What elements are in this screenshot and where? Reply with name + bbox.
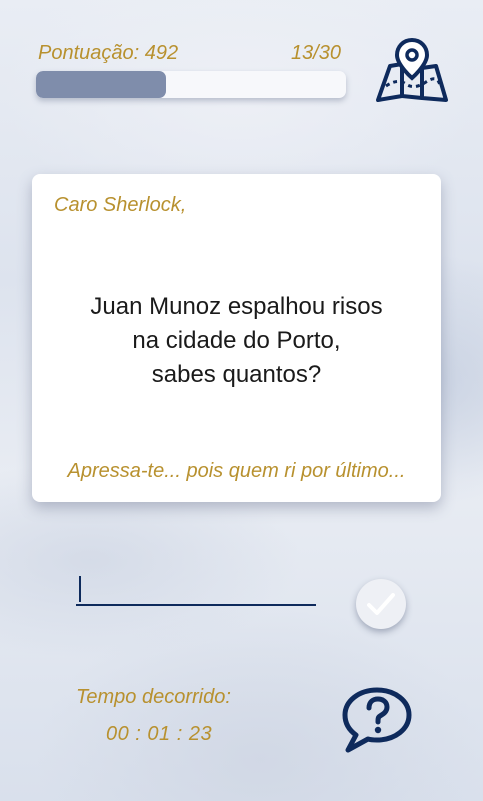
progress-bar bbox=[36, 71, 346, 98]
submit-answer-button[interactable] bbox=[356, 579, 406, 629]
question-line: sabes quantos? bbox=[151, 361, 322, 388]
question-card: Caro Sherlock, Juan Munoz espalhou risos… bbox=[32, 174, 441, 502]
card-hint: Apressa-te... pois quem ri por último... bbox=[67, 460, 406, 482]
question-chat-icon bbox=[342, 687, 412, 753]
progress-bar-fill bbox=[36, 71, 167, 98]
question-progress-text: 13/30 bbox=[290, 42, 341, 64]
help-button[interactable] bbox=[340, 686, 414, 754]
checkmark-icon bbox=[367, 593, 395, 615]
map-button[interactable] bbox=[376, 36, 450, 104]
score-label: Pontuação: 492 bbox=[38, 42, 179, 64]
question-text: Juan Munoz espalhou risos na cidade do P… bbox=[32, 290, 441, 392]
elapsed-time-label: Tempo decorrido: bbox=[76, 686, 231, 708]
question-line: Juan Munoz espalhou risos bbox=[90, 293, 383, 320]
question-line: na cidade do Porto, bbox=[132, 327, 341, 354]
elapsed-time-value: 00 : 01 : 23 bbox=[106, 723, 213, 745]
map-location-icon bbox=[376, 37, 448, 102]
answer-input[interactable] bbox=[76, 572, 316, 606]
text-caret bbox=[79, 576, 81, 602]
card-greeting: Caro Sherlock, bbox=[54, 194, 187, 216]
